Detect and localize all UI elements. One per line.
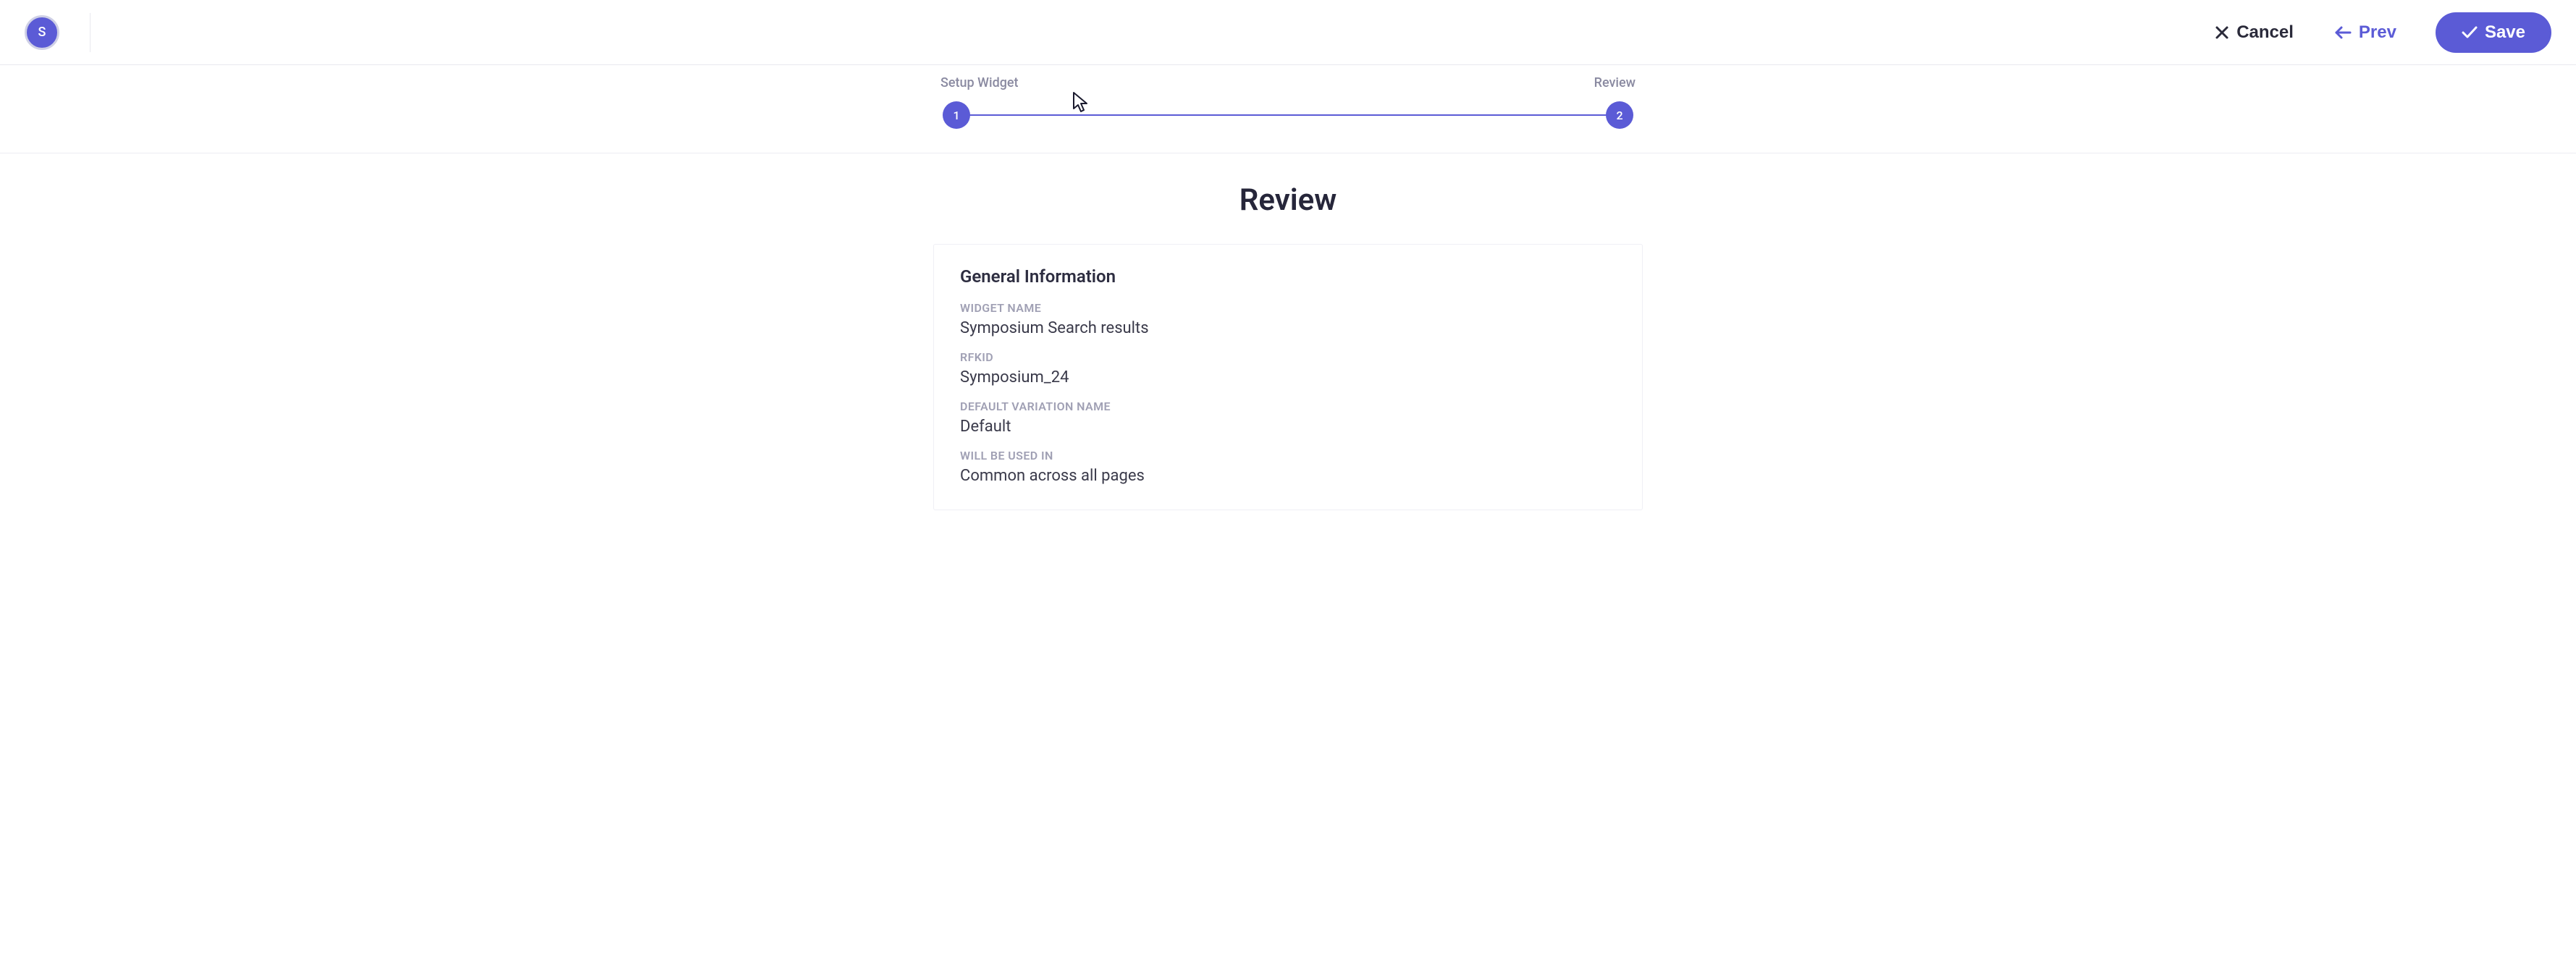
step-num-2: 2 — [1616, 109, 1622, 122]
step-node-2[interactable]: 2 — [1606, 101, 1633, 129]
card-title: General Information — [960, 266, 1616, 287]
top-bar-actions: Cancel Prev Save — [2213, 12, 2551, 53]
step-labels: Setup Widget Review — [940, 75, 1636, 96]
check-icon — [2462, 26, 2478, 39]
close-icon — [2215, 25, 2229, 40]
prev-label: Prev — [2359, 22, 2396, 43]
avatar[interactable]: S — [25, 15, 59, 50]
field-value-default-variation: Default — [960, 418, 1616, 436]
top-bar-left: S — [25, 13, 91, 52]
top-bar: S Cancel Prev — [0, 0, 2576, 65]
page-heading: Review — [0, 182, 2576, 218]
avatar-letter: S — [38, 25, 46, 40]
cancel-button[interactable]: Cancel — [2213, 20, 2295, 46]
field-label-widget-name: WIDGET NAME — [960, 301, 1616, 315]
save-button[interactable]: Save — [2436, 12, 2551, 53]
divider — [90, 13, 91, 52]
cancel-label: Cancel — [2236, 22, 2294, 43]
field-value-rfkid: Symposium_24 — [960, 368, 1616, 386]
step-node-1[interactable]: 1 — [943, 101, 970, 129]
step-label-review: Review — [1594, 75, 1636, 90]
stepper: Setup Widget Review 1 2 — [0, 65, 2576, 153]
save-label: Save — [2485, 22, 2525, 43]
field-value-widget-name: Symposium Search results — [960, 319, 1616, 337]
field-label-default-variation: DEFAULT VARIATION NAME — [960, 400, 1616, 413]
field-label-used-in: WILL BE USED IN — [960, 449, 1616, 462]
field-label-rfkid: RFKID — [960, 350, 1616, 364]
general-info-card: General Information WIDGET NAME Symposiu… — [933, 244, 1643, 510]
arrow-left-icon — [2334, 25, 2352, 40]
step-label-setup: Setup Widget — [940, 75, 1019, 90]
step-num-1: 1 — [953, 109, 959, 122]
field-value-used-in: Common across all pages — [960, 467, 1616, 485]
step-line — [956, 114, 1620, 116]
prev-button[interactable]: Prev — [2333, 20, 2398, 46]
step-track: 1 2 — [940, 101, 1636, 130]
